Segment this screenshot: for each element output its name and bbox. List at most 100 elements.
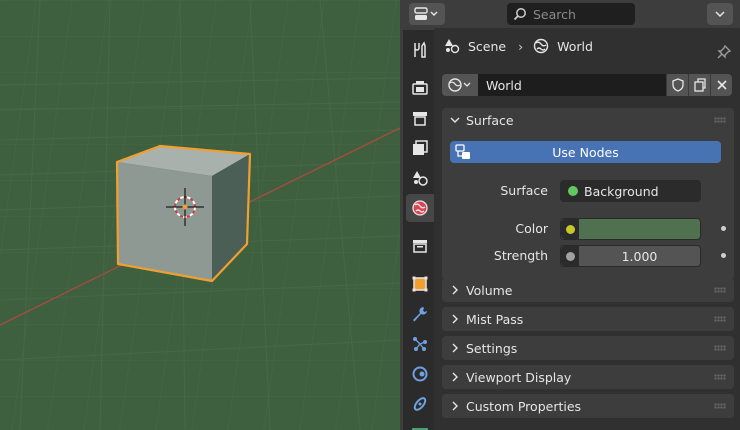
use-nodes-label: Use Nodes xyxy=(552,144,619,160)
chevron-right-icon xyxy=(450,343,460,353)
color-keyframe-dot-icon[interactable] xyxy=(721,226,726,231)
panel-custom-properties[interactable]: Custom Properties xyxy=(442,394,734,418)
new-world-button[interactable] xyxy=(688,74,710,96)
strength-socket-button[interactable] xyxy=(561,246,579,266)
panel-mist-pass[interactable]: Mist Pass xyxy=(442,307,734,331)
breadcrumb-scene: Scene xyxy=(444,38,506,54)
duplicate-icon xyxy=(693,78,706,92)
chevron-right-icon xyxy=(450,401,460,411)
world-icon xyxy=(533,38,549,54)
breadcrumb-scene-label: Scene xyxy=(468,38,507,54)
scene-icon xyxy=(445,39,460,54)
drag-grip-icon[interactable] xyxy=(714,316,726,322)
unlink-world-button[interactable] xyxy=(710,74,732,96)
color-field[interactable] xyxy=(560,218,701,240)
physics-icon xyxy=(412,366,428,382)
output-tab[interactable] xyxy=(406,104,434,132)
3d-viewport[interactable] xyxy=(0,0,400,430)
world-tab[interactable] xyxy=(406,194,434,222)
panel-volume-title: Volume xyxy=(466,282,513,298)
strength-row: Strength 1.000 xyxy=(442,245,734,267)
view-layer-icon xyxy=(413,140,428,155)
world-browse-icon xyxy=(448,78,471,92)
physics-tab[interactable] xyxy=(406,360,434,388)
constraints-tab[interactable] xyxy=(406,390,434,418)
editor-type-button[interactable] xyxy=(409,3,445,25)
close-icon xyxy=(716,80,727,90)
drag-grip-icon[interactable] xyxy=(714,287,726,293)
data-tab[interactable] xyxy=(406,420,434,430)
render-tab[interactable] xyxy=(406,74,434,102)
strength-value: 1.000 xyxy=(621,248,658,264)
use-nodes-button[interactable]: Use Nodes xyxy=(450,141,721,163)
color-row: Color xyxy=(442,218,734,240)
collection-icon xyxy=(413,240,427,253)
world-icon xyxy=(412,200,428,216)
tool-tab[interactable] xyxy=(406,36,434,64)
scene-tab[interactable] xyxy=(406,164,434,192)
panel-viewport-display[interactable]: Viewport Display xyxy=(442,365,734,389)
panel-mist-pass-title: Mist Pass xyxy=(466,311,524,327)
options-dropdown-button[interactable] xyxy=(707,3,733,25)
search-input[interactable]: Search xyxy=(507,3,635,25)
world-browse-button[interactable] xyxy=(442,74,478,96)
fake-user-button[interactable] xyxy=(666,74,688,96)
drag-grip-icon[interactable] xyxy=(714,403,726,409)
shader-socket-icon xyxy=(568,186,578,196)
color-label: Color xyxy=(515,221,548,236)
strength-keyframe-dot-icon[interactable] xyxy=(721,253,726,258)
viewport-canvas xyxy=(0,0,400,430)
panel-custom-properties-title: Custom Properties xyxy=(466,398,582,414)
search-icon xyxy=(513,8,526,21)
data-icon xyxy=(412,428,428,430)
properties-tabs xyxy=(403,30,434,430)
editor-type-icon xyxy=(414,7,438,20)
search-placeholder: Search xyxy=(533,6,576,22)
drag-grip-icon[interactable] xyxy=(714,345,726,351)
drag-grip-icon[interactable] xyxy=(714,374,726,380)
tool-icon xyxy=(414,41,426,58)
modifiers-tab[interactable] xyxy=(406,300,434,328)
particles-tab[interactable] xyxy=(406,330,434,358)
pin-icon[interactable] xyxy=(716,44,732,60)
panel-settings[interactable]: Settings xyxy=(442,336,734,360)
strength-label: Strength xyxy=(493,248,548,263)
chevron-right-icon xyxy=(450,285,460,295)
breadcrumb: Scene › World xyxy=(434,34,740,60)
surface-shader-field[interactable]: Background xyxy=(560,180,701,202)
view-layer-tab[interactable] xyxy=(406,134,434,162)
surface-shader-value: Background xyxy=(584,183,659,199)
chevron-right-icon xyxy=(450,372,460,382)
world-name-field[interactable]: World xyxy=(478,74,666,96)
scene-icon xyxy=(413,171,428,186)
particles-icon xyxy=(413,337,427,351)
strength-socket-icon xyxy=(565,251,575,261)
strength-field[interactable]: 1.000 xyxy=(560,245,701,267)
panel-surface-title: Surface xyxy=(466,112,514,128)
properties-editor: Search Scene › World World Surface Use N… xyxy=(403,0,740,430)
chevron-right-icon xyxy=(450,314,460,324)
object-tab[interactable] xyxy=(406,270,434,298)
panel-surface-body: Use Nodes Surface Background Color Stren… xyxy=(442,130,734,280)
breadcrumb-world: World xyxy=(533,38,593,54)
shield-icon xyxy=(671,78,684,92)
breadcrumb-world-label: World xyxy=(557,38,593,54)
drag-grip-icon[interactable] xyxy=(714,117,726,123)
color-socket-icon xyxy=(565,224,575,234)
surface-shader-row: Surface Background xyxy=(442,180,734,202)
panel-surface-header[interactable]: Surface xyxy=(442,108,734,132)
cube-object xyxy=(115,144,252,283)
wrench-icon xyxy=(413,307,427,322)
render-icon xyxy=(412,81,428,95)
panel-volume[interactable]: Volume xyxy=(442,278,734,302)
chevron-down-icon xyxy=(715,11,725,18)
panel-settings-title: Settings xyxy=(466,340,518,356)
chevron-down-icon xyxy=(450,115,460,125)
object-icon xyxy=(412,276,428,292)
properties-header: Search xyxy=(403,0,740,28)
collection-tab[interactable] xyxy=(406,232,434,260)
properties-main: Scene › World World Surface Use Nodes Su… xyxy=(434,28,740,430)
breadcrumb-separator-icon: › xyxy=(518,38,524,54)
color-socket-button[interactable] xyxy=(561,219,579,239)
panel-viewport-display-title: Viewport Display xyxy=(466,369,572,385)
